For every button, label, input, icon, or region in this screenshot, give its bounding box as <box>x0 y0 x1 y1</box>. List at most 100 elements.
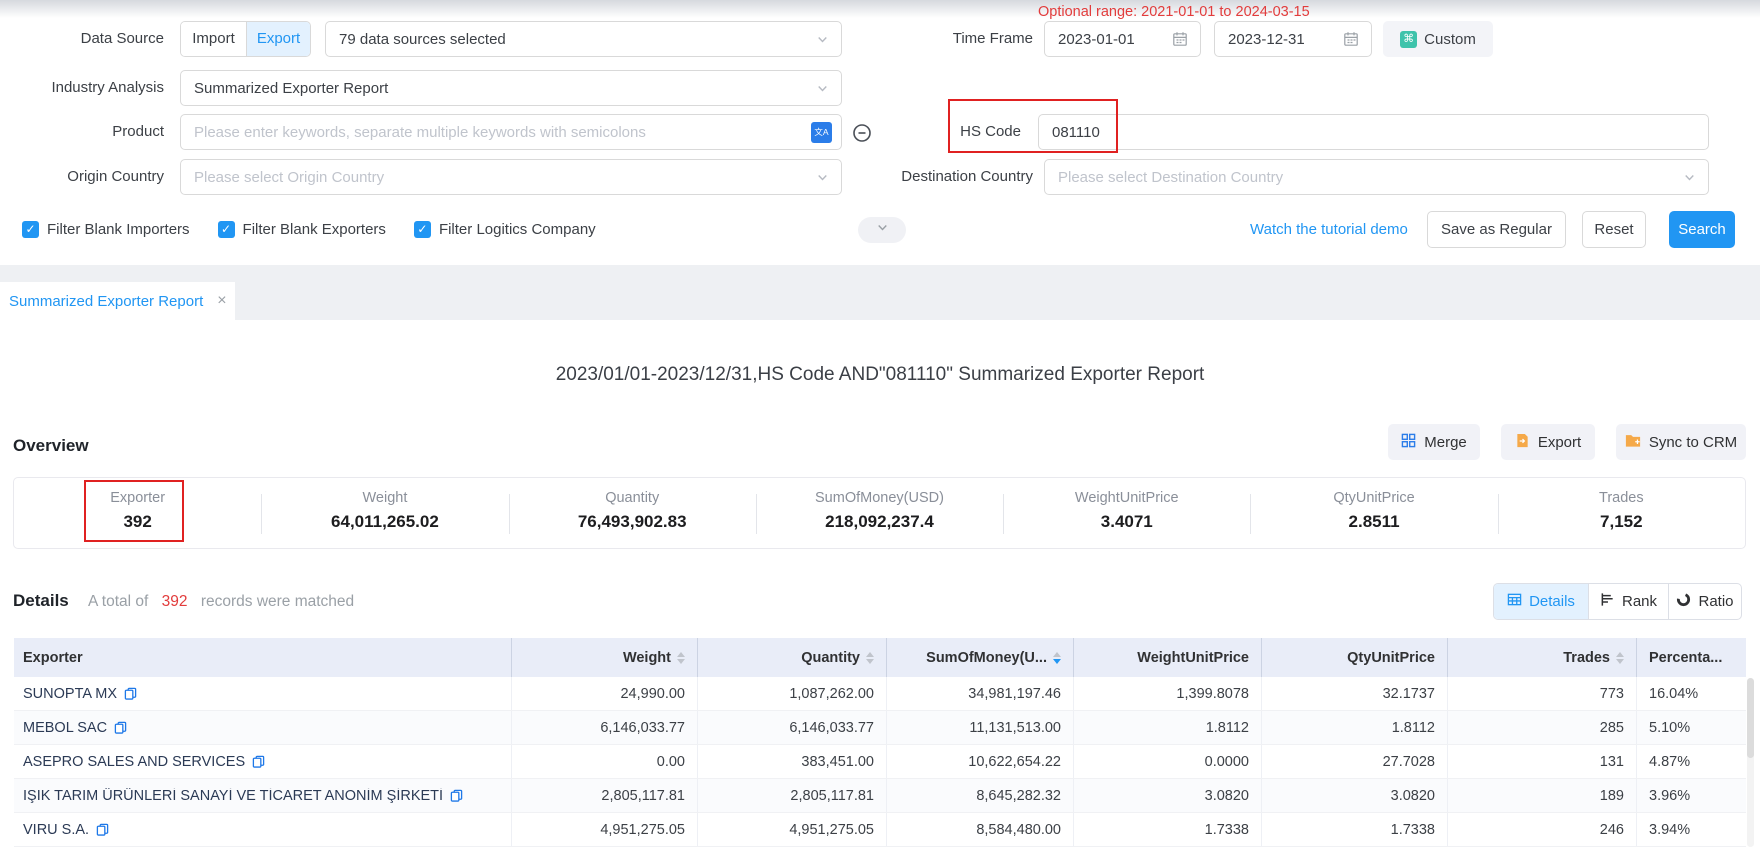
copy-icon[interactable] <box>450 789 463 802</box>
start-date-input[interactable] <box>1044 21 1201 57</box>
stat-label: WeightUnitPrice <box>1003 490 1250 506</box>
copy-icon[interactable] <box>114 721 127 734</box>
destination-country-label: Destination Country <box>870 159 1033 195</box>
folder-sync-icon <box>1625 433 1641 451</box>
view-rank-label: Rank <box>1622 593 1657 610</box>
copy-icon[interactable] <box>96 823 109 836</box>
weight-cell: 2,805,117.81 <box>512 779 698 812</box>
sort-icon <box>866 652 874 664</box>
origin-country-select[interactable]: Please select Origin Country <box>180 159 842 195</box>
copy-icon[interactable] <box>124 687 137 700</box>
weight-cell: 24,990.00 <box>512 677 698 710</box>
column-label: Weight <box>623 650 671 666</box>
data-source-toggle: Import Export <box>180 21 311 57</box>
sync-to-crm-button[interactable]: Sync to CRM <box>1616 424 1746 460</box>
exporter-link[interactable]: MEBOL SAC <box>23 720 107 736</box>
stat-value: 3.4071 <box>1003 512 1250 532</box>
destination-country-placeholder: Please select Destination Country <box>1045 169 1683 186</box>
stat-value: 76,493,902.83 <box>509 512 756 532</box>
column-label: Trades <box>1563 650 1610 666</box>
stat-label: QtyUnitPrice <box>1250 490 1497 506</box>
stat-weight-unit-price: WeightUnitPrice 3.4071 <box>1003 478 1250 548</box>
destination-country-select[interactable]: Please select Destination Country <box>1044 159 1709 195</box>
percentage-cell: 3.94% <box>1637 813 1746 846</box>
table-grid-icon <box>1507 592 1522 611</box>
save-as-regular-button[interactable]: Save as Regular <box>1427 211 1566 248</box>
hs-code-input-wrap <box>1038 114 1709 150</box>
end-date-value[interactable] <box>1215 22 1343 56</box>
qty-unit-price-cell: 3.0820 <box>1262 779 1448 812</box>
import-toggle-button[interactable]: Import <box>181 22 246 56</box>
start-date-value[interactable] <box>1045 22 1172 56</box>
view-ratio-button[interactable]: Ratio <box>1668 584 1741 619</box>
calendar-icon[interactable] <box>1343 31 1359 47</box>
export-button[interactable]: Export <box>1501 424 1595 460</box>
quantity-cell: 2,805,117.81 <box>698 779 887 812</box>
tutorial-demo-link[interactable]: Watch the tutorial demo <box>1250 221 1408 238</box>
column-header-weight[interactable]: Weight <box>512 638 698 677</box>
stat-trades: Trades 7,152 <box>1498 478 1745 548</box>
industry-analysis-value: Summarized Exporter Report <box>181 80 816 97</box>
sum-cell: 10,622,654.22 <box>887 745 1074 778</box>
percentage-cell: 5.10% <box>1637 711 1746 744</box>
column-header-quantity[interactable]: Quantity <box>698 638 887 677</box>
exporter-link[interactable]: VIRU S.A. <box>23 822 89 838</box>
total-count: 392 <box>162 593 188 610</box>
column-header-exporter: Exporter <box>14 638 512 677</box>
origin-country-placeholder: Please select Origin Country <box>181 169 816 186</box>
hs-code-input[interactable] <box>1039 115 1708 149</box>
stat-sum-of-money: SumOfMoney(USD) 218,092,237.4 <box>756 478 1003 548</box>
view-rank-button[interactable]: Rank <box>1588 584 1668 619</box>
checkbox-filter-blank-importers[interactable]: ✓ Filter Blank Importers <box>22 221 190 238</box>
custom-range-button[interactable]: ⌘ Custom <box>1383 21 1493 57</box>
table-row: IŞIK TARIM ÜRÜNLERİ SANAYİ VE TİCARET AN… <box>14 779 1746 813</box>
quantity-cell: 4,951,275.05 <box>698 813 887 846</box>
reset-button[interactable]: Reset <box>1582 211 1646 248</box>
end-date-input[interactable] <box>1214 21 1372 57</box>
stat-value: 218,092,237.4 <box>756 512 1003 532</box>
product-keywords-input[interactable] <box>181 115 841 149</box>
copy-icon[interactable] <box>252 755 265 768</box>
merge-button[interactable]: Merge <box>1388 424 1480 460</box>
bar-chart-icon <box>1600 592 1615 611</box>
exporter-link[interactable]: ASEPRO SALES AND SERVICES <box>23 754 245 770</box>
weight-unit-price-cell: 1.8112 <box>1074 711 1262 744</box>
percentage-cell: 3.96% <box>1637 779 1746 812</box>
data-sources-value: 79 data sources selected <box>326 31 816 48</box>
column-header-trades[interactable]: Trades <box>1448 638 1637 677</box>
close-icon[interactable]: × <box>217 293 226 309</box>
scrollbar-thumb[interactable] <box>1747 678 1754 758</box>
column-header-sum-of-money[interactable]: SumOfMoney(U... <box>887 638 1074 677</box>
total-prefix: A total of <box>88 593 148 610</box>
export-toggle-button[interactable]: Export <box>246 22 310 56</box>
translate-icon[interactable]: 文A <box>811 122 832 143</box>
sum-cell: 8,584,480.00 <box>887 813 1074 846</box>
circle-minus-icon[interactable] <box>852 123 872 148</box>
exporter-link[interactable]: IŞIK TARIM ÜRÜNLERİ SANAYİ VE TİCARET AN… <box>23 788 443 804</box>
window-top-gradient <box>0 0 1760 18</box>
checkbox-filter-logitics-company[interactable]: ✓ Filter Logitics Company <box>414 221 596 238</box>
origin-country-label: Origin Country <box>20 159 164 195</box>
exporter-link[interactable]: SUNOPTA MX <box>23 686 117 702</box>
checkbox-label: Filter Blank Importers <box>47 221 190 238</box>
collapse-filters-button[interactable] <box>858 217 906 243</box>
industry-analysis-select[interactable]: Summarized Exporter Report <box>180 70 842 106</box>
calendar-icon[interactable] <box>1172 31 1188 47</box>
search-button[interactable]: Search <box>1669 211 1735 248</box>
tab-summarized-exporter-report[interactable]: Summarized Exporter Report × <box>0 282 235 320</box>
view-details-button[interactable]: Details <box>1494 584 1588 619</box>
column-header-weight-unit-price: WeightUnitPrice <box>1074 638 1262 677</box>
stat-value: 7,152 <box>1498 512 1745 532</box>
checkbox-label: Filter Logitics Company <box>439 221 596 238</box>
quantity-cell: 383,451.00 <box>698 745 887 778</box>
checkbox-label: Filter Blank Exporters <box>243 221 386 238</box>
custom-icon: ⌘ <box>1400 31 1417 48</box>
data-sources-select[interactable]: 79 data sources selected <box>325 21 842 57</box>
table-scrollbar[interactable] <box>1747 678 1754 847</box>
chevron-down-icon <box>816 82 829 95</box>
total-suffix: records were matched <box>201 593 354 610</box>
merge-icon <box>1401 433 1416 452</box>
checkbox-filter-blank-exporters[interactable]: ✓ Filter Blank Exporters <box>218 221 386 238</box>
table-header-row: Exporter Weight Quantity SumOfMoney(U...… <box>14 638 1746 677</box>
stat-label: SumOfMoney(USD) <box>756 490 1003 506</box>
